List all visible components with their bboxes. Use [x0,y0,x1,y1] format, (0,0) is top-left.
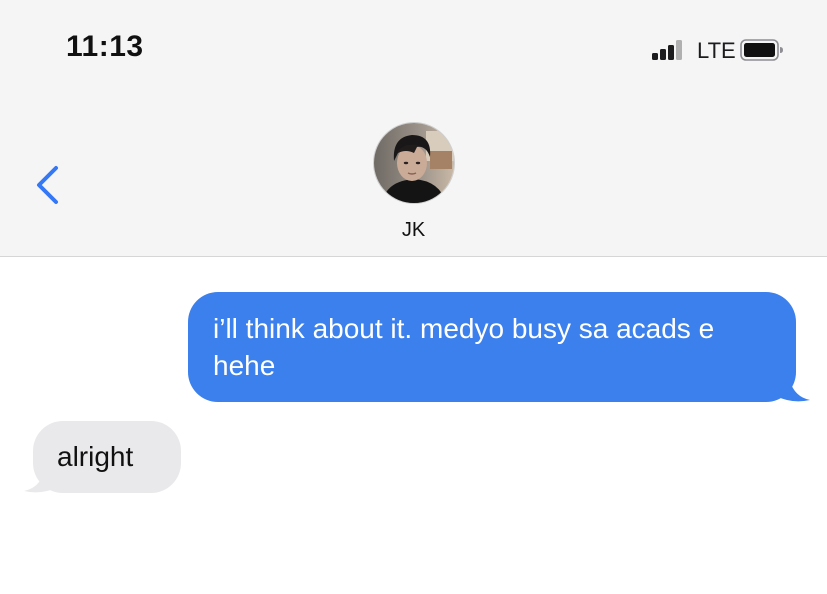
incoming-message-text: alright [33,421,181,493]
battery-icon [740,39,783,61]
message-thread[interactable]: i’ll think about it. medyo busy sa acads… [0,257,827,594]
chevron-left-icon [37,166,58,204]
conversation-header: 11:13 LTE JK [0,0,827,257]
contact-avatar[interactable] [373,122,455,204]
contact-name[interactable]: JK [0,219,827,242]
outgoing-message-text: i’ll think about it. medyo busy sa acads… [188,292,796,402]
cellular-signal-icon [652,36,692,64]
incoming-message[interactable]: alright [24,421,184,495]
outgoing-message[interactable]: i’ll think about it. medyo busy sa acads… [188,292,810,402]
back-button[interactable] [26,160,70,210]
status-indicators: LTE [652,36,802,64]
avatar-photo [374,123,454,203]
status-time: 11:13 [66,30,144,63]
network-type-label: LTE [697,38,736,63]
